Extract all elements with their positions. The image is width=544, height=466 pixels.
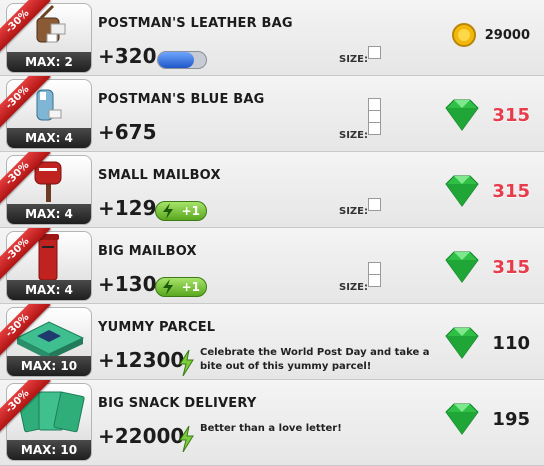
price-button[interactable]: 315 [440, 98, 530, 132]
max-label: MAX: 10 [7, 356, 91, 376]
max-label: MAX: 10 [7, 440, 91, 460]
size-label: SIZE: [339, 54, 369, 65]
price-button[interactable]: 110 [440, 326, 530, 360]
shop-item-small-mailbox[interactable]: MAX: 4 -30% SMALL MAILBOX +129 +1 SIZE: … [0, 152, 544, 228]
item-amount: +675 [98, 120, 157, 144]
price-value: 315 [492, 104, 530, 126]
price-button[interactable]: 315 [440, 174, 530, 208]
size-label: SIZE: [339, 130, 369, 141]
capacity-bar [157, 51, 207, 69]
gem-icon [445, 99, 480, 131]
item-amount: +22000 [98, 424, 185, 448]
lightning-bolt-icon [179, 426, 194, 452]
discount-ribbon: -30% [0, 228, 52, 282]
size-slots [368, 198, 381, 211]
item-title: BIG SNACK DELIVERY [98, 396, 257, 411]
max-label: MAX: 4 [7, 204, 91, 224]
energy-bonus-badge: +1 [155, 277, 207, 297]
item-title: YUMMY PARCEL [98, 320, 216, 335]
discount-ribbon: -30% [0, 76, 52, 130]
shop-item-yummy-parcel[interactable]: MAX: 10 -30% YUMMY PARCEL +12300 Celebra… [0, 304, 544, 380]
item-title: SMALL MAILBOX [98, 168, 221, 183]
size-slots [368, 98, 381, 135]
max-label: MAX: 4 [7, 280, 91, 300]
discount-ribbon: -30% [0, 0, 52, 54]
price-button[interactable]: 29000 [451, 22, 530, 48]
shop-item-big-snack-delivery[interactable]: MAX: 10 -30% BIG SNACK DELIVERY +22000 B… [0, 380, 544, 466]
item-title: BIG MAILBOX [98, 244, 197, 259]
lightning-bolt-icon [163, 203, 173, 219]
size-label: SIZE: [339, 282, 369, 293]
item-amount: +12300 [98, 348, 185, 372]
discount-ribbon: -30% [0, 380, 52, 434]
item-description: Better than a love letter! [200, 423, 342, 434]
price-value: 195 [492, 408, 530, 430]
price-button[interactable]: 195 [440, 402, 530, 436]
item-amount: +130 [98, 272, 157, 296]
price-value: 29000 [484, 27, 530, 43]
shop-item-postmans-leather-bag[interactable]: MAX: 2 -30% POSTMAN'S LEATHER BAG +320 S… [0, 0, 544, 76]
gem-icon [445, 175, 480, 207]
shop-item-postmans-blue-bag[interactable]: MAX: 4 -30% POSTMAN'S BLUE BAG +675 SIZE… [0, 76, 544, 152]
shop-item-big-mailbox[interactable]: MAX: 4 -30% BIG MAILBOX +130 +1 SIZE: 31… [0, 228, 544, 304]
energy-bonus-badge: +1 [155, 201, 207, 221]
size-label: SIZE: [339, 206, 369, 217]
size-slots [368, 262, 381, 287]
price-value: 315 [492, 180, 530, 202]
item-amount: +129 [98, 196, 157, 220]
gem-icon [445, 327, 480, 359]
discount-ribbon: -30% [0, 304, 52, 358]
discount-ribbon: -30% [0, 152, 52, 206]
gem-icon [445, 251, 480, 283]
item-title: POSTMAN'S BLUE BAG [98, 92, 265, 107]
gem-icon [445, 403, 480, 435]
shop-list: MAX: 2 -30% POSTMAN'S LEATHER BAG +320 S… [0, 0, 544, 466]
max-label: MAX: 2 [7, 52, 91, 72]
price-value: 315 [492, 256, 530, 278]
lightning-bolt-icon [163, 279, 173, 295]
coin-icon [451, 23, 476, 47]
price-value: 110 [492, 332, 530, 354]
item-amount: +320 [98, 44, 157, 68]
price-button[interactable]: 315 [440, 250, 530, 284]
max-label: MAX: 4 [7, 128, 91, 148]
item-title: POSTMAN'S LEATHER BAG [98, 16, 293, 31]
lightning-bolt-icon [179, 350, 194, 376]
item-description: Celebrate the World Post Day and take a … [200, 347, 430, 372]
size-slots [368, 46, 381, 59]
